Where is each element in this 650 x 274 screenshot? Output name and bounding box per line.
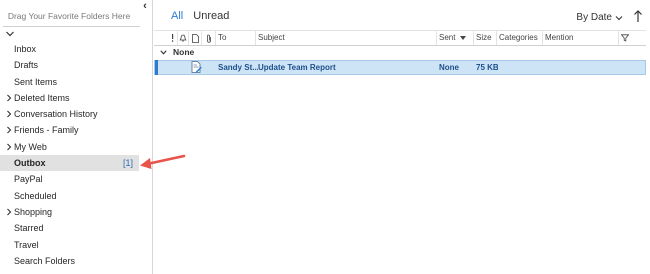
folder-my-web[interactable]: My Web: [0, 139, 139, 155]
folder-label: Friends - Family: [14, 125, 79, 136]
folder-pane: Drag Your Favorite Folders Here ‹ Inbox …: [0, 0, 153, 274]
folder-shopping[interactable]: Shopping: [0, 204, 139, 220]
folder-label: Outbox: [14, 158, 46, 169]
folder-label: PayPal: [14, 174, 43, 185]
folder-friends-family[interactable]: Friends - Family: [0, 122, 139, 138]
folder-scheduled[interactable]: Scheduled: [0, 188, 139, 204]
message-list-pane: All Unread By Date To Subject Sent Size …: [154, 0, 650, 274]
folder-paypal[interactable]: PayPal: [0, 171, 139, 187]
sent-column-header[interactable]: Sent: [436, 31, 473, 45]
column-header-row: To Subject Sent Size Categories Mention: [154, 30, 646, 46]
sent-column-label: Sent: [439, 33, 456, 42]
folder-outbox[interactable]: Outbox [1]: [0, 155, 139, 172]
message-subject: Update Team Report: [258, 63, 336, 72]
chevron-right-icon[interactable]: [6, 204, 14, 220]
chevron-down-icon: [615, 15, 623, 20]
message-to: Sandy St...: [218, 63, 258, 72]
chevron-down-icon: [160, 49, 167, 55]
folder-sent-items[interactable]: Sent Items: [0, 74, 139, 90]
folder-search-folders[interactable]: Search Folders: [0, 253, 139, 269]
message-sent: None: [439, 63, 459, 72]
filter-column-icon[interactable]: [618, 31, 630, 45]
group-header-row[interactable]: None: [154, 46, 194, 58]
chevron-right-icon[interactable]: [6, 122, 14, 138]
importance-column-icon[interactable]: [168, 31, 177, 45]
size-column-header[interactable]: Size: [473, 31, 496, 45]
message-size: 75 KB: [476, 63, 498, 72]
filter-tabs: All Unread: [171, 10, 236, 22]
folder-label: Travel: [14, 239, 39, 250]
group-label: None: [173, 47, 195, 57]
folder-drafts[interactable]: Drafts: [0, 57, 139, 73]
chevron-down-icon[interactable]: [5, 29, 15, 39]
message-row[interactable]: Sandy St... Update Team Report None 75 K…: [154, 60, 646, 75]
tab-unread[interactable]: Unread: [193, 10, 229, 22]
folder-conversation-history[interactable]: Conversation History: [0, 106, 139, 122]
folder-label: Conversation History: [14, 109, 98, 120]
folder-travel[interactable]: Travel: [0, 237, 139, 253]
mention-column-header[interactable]: Mention: [542, 31, 618, 45]
draft-message-icon: [191, 61, 205, 74]
chevron-right-icon[interactable]: [6, 106, 14, 122]
folder-label: Inbox: [14, 44, 37, 54]
folder-label: Sent Items: [14, 76, 58, 87]
item-type-column-icon[interactable]: [188, 31, 201, 45]
folder-deleted-items[interactable]: Deleted Items: [0, 90, 139, 106]
folder-label: Scheduled: [14, 190, 57, 201]
categories-column-header[interactable]: Categories: [496, 31, 542, 45]
folder-label: Search Folders: [14, 255, 76, 266]
folder-inbox[interactable]: Inbox: [0, 41, 139, 57]
chevron-right-icon[interactable]: [6, 139, 14, 155]
unread-count-badge: [1]: [122, 158, 133, 169]
to-column-header[interactable]: To: [215, 31, 255, 45]
chevron-right-icon[interactable]: [6, 90, 14, 106]
folder-label: Starred: [14, 223, 44, 234]
reminder-column-icon[interactable]: [177, 31, 188, 45]
favorites-drop-hint: Drag Your Favorite Folders Here: [7, 11, 131, 21]
attachment-column-icon[interactable]: [201, 31, 215, 45]
folder-label: Deleted Items: [14, 92, 70, 103]
subject-column-header[interactable]: Subject: [255, 31, 436, 45]
tab-all[interactable]: All: [171, 10, 183, 22]
folder-label: My Web: [14, 141, 47, 152]
folder-starred[interactable]: Starred: [0, 220, 139, 236]
folder-list: Inbox Drafts Sent Items Deleted Items Co…: [0, 41, 139, 269]
selection-accent: [155, 60, 158, 75]
folder-label: Drafts: [14, 60, 39, 71]
divider: [3, 26, 140, 27]
sort-descending-icon: [459, 36, 466, 40]
sort-dropdown[interactable]: By Date: [576, 12, 623, 23]
sort-label: By Date: [576, 12, 612, 23]
collapse-pane-button[interactable]: ‹: [138, 0, 152, 12]
folder-label: Shopping: [14, 206, 53, 217]
sort-direction-up-icon[interactable]: [632, 9, 644, 23]
